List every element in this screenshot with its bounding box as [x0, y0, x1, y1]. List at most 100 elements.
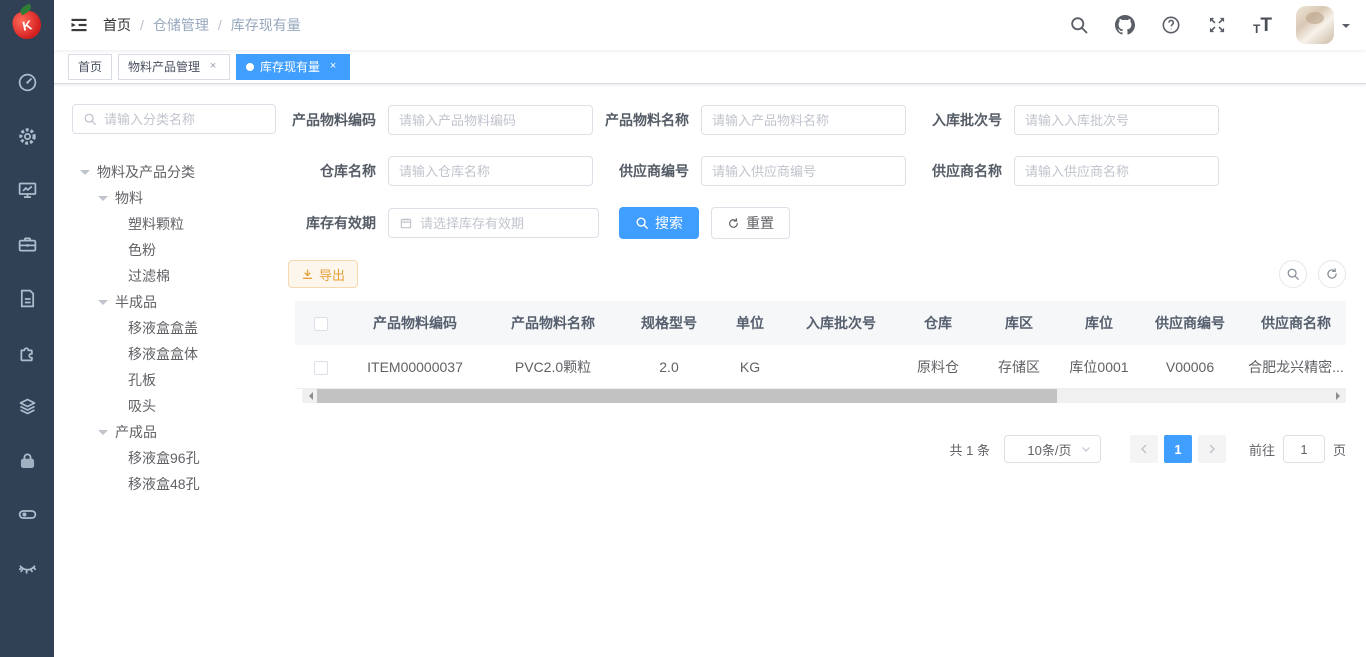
scroll-left-button[interactable]	[302, 389, 317, 403]
search-button[interactable]: 搜索	[619, 207, 699, 239]
dashboard-icon[interactable]	[17, 72, 38, 93]
filter-item: 供应商名称	[914, 156, 1219, 186]
text-field	[701, 105, 906, 135]
tree-node-移液盒48孔[interactable]: 移液盒48孔	[72, 471, 276, 497]
collapsed-sidebar: K	[0, 0, 54, 657]
expand-caret-icon[interactable]	[98, 430, 108, 440]
tree-search-input[interactable]	[104, 112, 265, 127]
tree-node-色粉[interactable]: 色粉	[72, 237, 276, 263]
layers-icon[interactable]	[17, 396, 38, 417]
filter-label: 入库批次号	[914, 110, 1014, 130]
scroll-right-button[interactable]	[1331, 389, 1346, 403]
chevron-right-icon	[1206, 443, 1218, 455]
page-size-select[interactable]: 10条/页	[1004, 435, 1101, 463]
triangle-right-icon	[1336, 392, 1344, 400]
tree-search-box	[72, 104, 276, 134]
filter-item: 仓库名称	[288, 156, 593, 186]
filter-label: 供应商名称	[914, 161, 1014, 181]
breadcrumb: 首页/仓储管理/库存现有量	[103, 15, 301, 35]
column-header-供应商名称: 供应商名称	[1241, 313, 1351, 333]
settings-icon[interactable]	[17, 126, 38, 147]
tree-node-吸头[interactable]: 吸头	[72, 393, 276, 419]
page-number-1[interactable]: 1	[1164, 435, 1192, 463]
user-menu[interactable]	[1296, 6, 1350, 44]
calendar-icon	[399, 216, 413, 230]
tab-库存现有量[interactable]: 库存现有量×	[236, 54, 350, 80]
tree-node-物料[interactable]: 物料	[72, 185, 276, 211]
filter-input-仓库名称[interactable]	[399, 164, 582, 179]
header-search-icon[interactable]	[1069, 15, 1089, 35]
refresh-table-button[interactable]	[1318, 260, 1346, 288]
work-area: 产品物料编码产品物料名称入库批次号仓库名称供应商编号供应商名称库存有效期搜索重置…	[286, 84, 1366, 657]
table-tools	[1279, 260, 1346, 288]
tree-node-移液盒盒体[interactable]: 移液盒盒体	[72, 341, 276, 367]
next-page-button[interactable]	[1198, 435, 1226, 463]
expand-caret-icon[interactable]	[98, 196, 108, 206]
app-logo[interactable]: K	[0, 0, 54, 50]
horizontal-scrollbar[interactable]	[302, 389, 1346, 403]
document-icon[interactable]	[17, 288, 38, 309]
scrollbar-track[interactable]	[317, 389, 1331, 403]
filter-input-供应商编号[interactable]	[712, 164, 895, 179]
lock-icon[interactable]	[17, 450, 38, 471]
tree-node-移液盒96孔[interactable]: 移液盒96孔	[72, 445, 276, 471]
avatar[interactable]	[1296, 6, 1334, 44]
filter-input-产品物料名称[interactable]	[712, 113, 895, 128]
toggle-icon[interactable]	[17, 504, 38, 525]
filter-input-入库批次号[interactable]	[1025, 113, 1208, 128]
export-button[interactable]: 导出	[288, 260, 358, 288]
filter-label: 供应商编号	[601, 161, 701, 181]
goto-page-input[interactable]	[1283, 435, 1325, 463]
tab-物料产品管理[interactable]: 物料产品管理×	[118, 54, 230, 80]
briefcase-icon[interactable]	[17, 234, 38, 255]
tree-node-label: 物料及产品分类	[97, 162, 195, 182]
expand-caret-icon[interactable]	[98, 300, 108, 310]
puzzle-icon[interactable]	[17, 342, 38, 363]
prev-page-button[interactable]	[1130, 435, 1158, 463]
font-size-icon[interactable]: TT	[1253, 15, 1272, 35]
filter-label: 仓库名称	[288, 161, 388, 181]
filter-row: 仓库名称 供应商编号 供应商名称	[288, 156, 1346, 186]
filter-row: 产品物料编码产品物料名称入库批次号	[288, 105, 1346, 135]
tree-node-物料及产品分类[interactable]: 物料及产品分类	[72, 159, 276, 185]
hamburger-icon[interactable]	[69, 15, 89, 35]
scrollbar-thumb[interactable]	[317, 389, 1057, 403]
filter-label: 库存有效期	[288, 213, 388, 233]
filter-input-供应商名称[interactable]	[1025, 164, 1208, 179]
tree-node-产成品[interactable]: 产成品	[72, 419, 276, 445]
github-icon[interactable]	[1115, 15, 1135, 35]
expand-caret-icon[interactable]	[80, 170, 90, 180]
monitor-chart-icon[interactable]	[17, 180, 38, 201]
table-cell: PVC2.0颗粒	[483, 357, 623, 377]
tags-view-bar: 首页物料产品管理×库存现有量×	[54, 50, 1366, 84]
select-all-checkbox[interactable]	[314, 317, 328, 331]
text-field	[701, 156, 906, 186]
category-tree: 物料及产品分类物料塑料颗粒色粉过滤棉半成品移液盒盒盖移液盒盒体孔板吸头产成品移液…	[72, 159, 276, 497]
tab-首页[interactable]: 首页	[68, 54, 112, 80]
category-tree-panel: 物料及产品分类物料塑料颗粒色粉过滤棉半成品移液盒盒盖移液盒盒体孔板吸头产成品移液…	[54, 84, 286, 657]
tree-node-孔板[interactable]: 孔板	[72, 367, 276, 393]
fullscreen-icon[interactable]	[1207, 15, 1227, 35]
table-row[interactable]: ITEM00000037PVC2.0颗粒2.0KG原料仓存储区库位0001V00…	[295, 345, 1346, 389]
caret-down-icon	[1342, 24, 1350, 32]
text-field	[1014, 156, 1219, 186]
refresh-icon	[1325, 267, 1339, 281]
tree-node-移液盒盒盖[interactable]: 移液盒盒盖	[72, 315, 276, 341]
eye-closed-icon[interactable]	[17, 558, 38, 579]
help-icon[interactable]	[1161, 15, 1181, 35]
filter-input-库存有效期[interactable]	[420, 216, 588, 231]
breadcrumb-item[interactable]: 首页	[103, 15, 131, 35]
tree-node-塑料颗粒[interactable]: 塑料颗粒	[72, 211, 276, 237]
tree-node-过滤棉[interactable]: 过滤棉	[72, 263, 276, 289]
reset-button[interactable]: 重置	[711, 207, 790, 239]
tree-node-label: 产成品	[115, 422, 157, 442]
close-icon[interactable]: ×	[206, 60, 220, 74]
toggle-search-button[interactable]	[1279, 260, 1307, 288]
filter-input-产品物料编码[interactable]	[399, 113, 582, 128]
tree-node-半成品[interactable]: 半成品	[72, 289, 276, 315]
filter-item: 入库批次号	[914, 105, 1219, 135]
column-header-库区: 库区	[979, 313, 1059, 333]
row-checkbox[interactable]	[314, 361, 328, 375]
tree-node-label: 吸头	[128, 396, 156, 416]
close-icon[interactable]: ×	[326, 60, 340, 74]
